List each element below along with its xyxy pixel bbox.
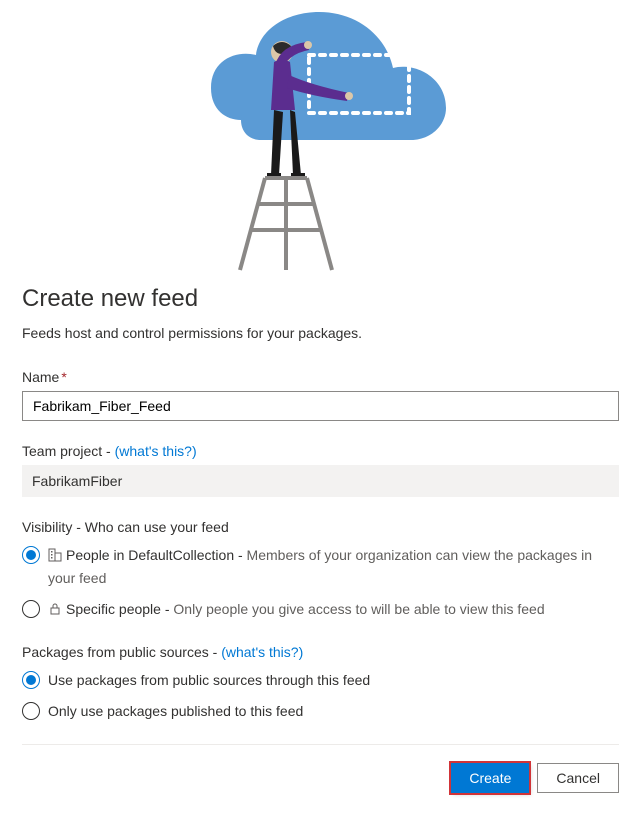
- name-input[interactable]: [22, 391, 619, 421]
- packages-option-public: Use packages from public sources through…: [22, 670, 619, 691]
- radio-packages-only[interactable]: [22, 702, 40, 720]
- organization-icon: [48, 547, 62, 568]
- name-label: Name*: [22, 369, 619, 385]
- visibility-option-collection-label: People in DefaultCollection -: [66, 547, 247, 563]
- illustration-cloud-person: [0, 0, 641, 275]
- visibility-option-specific: Specific people - Only people you give a…: [22, 599, 619, 622]
- team-project-label: Team project - (what's this?): [22, 443, 619, 459]
- radio-visibility-specific[interactable]: [22, 600, 40, 618]
- packages-option-only-label: Only use packages published to this feed: [48, 703, 303, 719]
- dialog-subtitle: Feeds host and control permissions for y…: [22, 325, 619, 341]
- radio-visibility-collection[interactable]: [22, 546, 40, 564]
- button-row: Create Cancel: [22, 744, 619, 793]
- dialog-title: Create new feed: [22, 285, 619, 313]
- lock-icon: [48, 601, 62, 622]
- create-button[interactable]: Create: [451, 763, 529, 793]
- team-project-value: FabrikamFiber: [22, 465, 619, 497]
- packages-help-link[interactable]: (what's this?): [221, 644, 303, 660]
- packages-option-only: Only use packages published to this feed: [22, 701, 619, 722]
- packages-section-label: Packages from public sources - (what's t…: [22, 644, 619, 660]
- team-project-help-link[interactable]: (what's this?): [115, 443, 197, 459]
- visibility-option-specific-desc: Only people you give access to will be a…: [173, 601, 544, 617]
- cancel-button[interactable]: Cancel: [537, 763, 619, 793]
- radio-packages-public[interactable]: [22, 671, 40, 689]
- visibility-option-specific-label: Specific people -: [66, 601, 173, 617]
- visibility-section-label: Visibility - Who can use your feed: [22, 519, 619, 535]
- packages-option-public-label: Use packages from public sources through…: [48, 672, 370, 688]
- required-asterisk: *: [61, 369, 66, 385]
- visibility-option-collection: People in DefaultCollection - Members of…: [22, 545, 619, 589]
